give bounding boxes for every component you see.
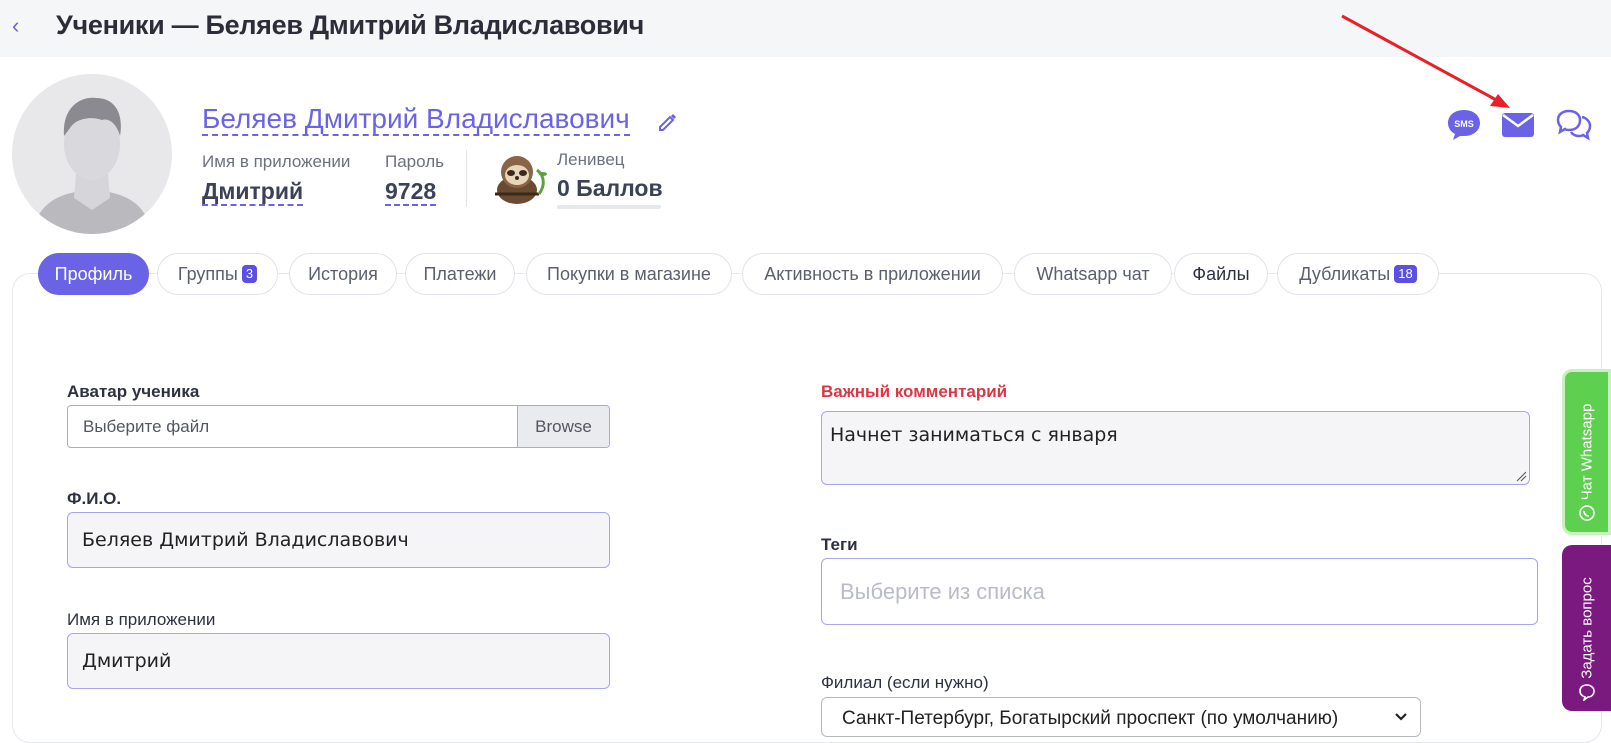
svg-text:SMS: SMS <box>1454 119 1474 129</box>
tab-whatsapp-chat[interactable]: Whatsapp чат <box>1014 253 1172 295</box>
points-progress-bar <box>557 205 661 209</box>
tab-profile[interactable]: Профиль <box>38 253 149 295</box>
avatar-file-input[interactable]: Выберите файл Browse <box>67 405 610 448</box>
resize-handle-icon[interactable] <box>1515 470 1527 482</box>
chat-bubbles-icon[interactable] <box>1556 106 1592 142</box>
groups-count-badge: 3 <box>241 265 258 283</box>
chevron-down-icon <box>1395 713 1407 721</box>
tab-shop-purchases[interactable]: Покупки в магазине <box>526 253 732 295</box>
duplicates-count-badge: 18 <box>1394 265 1417 283</box>
file-placeholder: Выберите файл <box>83 417 210 436</box>
ask-question-side-button[interactable]: Задать вопрос <box>1562 545 1611 711</box>
app-name-value[interactable]: Дмитрий <box>202 178 304 206</box>
branch-value: Санкт-Петербург, Богатырский проспект (п… <box>842 708 1339 729</box>
tags-placeholder: Выберите из списка <box>840 578 1045 604</box>
tags-select[interactable]: Выберите из списка <box>821 558 1538 625</box>
branch-select[interactable]: Санкт-Петербург, Богатырский проспект (п… <box>821 697 1421 737</box>
tab-history[interactable]: История <box>289 253 397 295</box>
password-label: Пароль <box>385 152 444 171</box>
level-label: Ленивец <box>557 150 625 169</box>
avatar <box>12 74 172 234</box>
fio-label: Ф.И.О. <box>67 489 122 508</box>
tab-app-activity[interactable]: Активность в приложении <box>742 253 1003 295</box>
chevron-left-icon[interactable]: ‹ <box>12 13 30 39</box>
page-title: Ученики — Беляев Дмитрий Владиславович <box>56 10 644 40</box>
tab-files[interactable]: Файлы <box>1174 253 1268 295</box>
tab-duplicates[interactable]: Дубликаты 18 <box>1277 253 1439 295</box>
important-comment-label: Важный комментарий <box>821 382 1008 401</box>
tab-payments[interactable]: Платежи <box>405 253 515 295</box>
tags-label: Теги <box>821 535 858 554</box>
pencil-icon[interactable] <box>657 112 677 132</box>
whatsapp-icon <box>1579 505 1595 521</box>
ask-question-side-label: Задать вопрос <box>1578 577 1595 679</box>
sloth-level-icon <box>495 156 547 204</box>
divider <box>466 150 467 207</box>
student-name-link[interactable]: Беляев Дмитрий Владиславович <box>202 104 630 136</box>
person-silhouette-icon <box>12 74 172 234</box>
app-name-field-label: Имя в приложении <box>67 610 216 629</box>
whatsapp-side-label: Чат Whatsapp <box>1578 403 1595 501</box>
app-name-label: Имя в приложении <box>202 152 351 171</box>
annotation-arrow <box>1341 14 1510 108</box>
branch-label: Филиал (если нужно) <box>821 673 989 692</box>
important-comment-textarea[interactable]: Начнет заниматься с января <box>821 411 1530 485</box>
comment-text: Начнет заниматься с января <box>830 424 1118 446</box>
question-chat-icon <box>1579 684 1595 701</box>
points-value: 0 Баллов <box>557 175 663 201</box>
whatsapp-chat-side-button[interactable]: Чат Whatsapp <box>1562 369 1611 535</box>
password-value[interactable]: 9728 <box>385 178 437 206</box>
browse-button[interactable]: Browse <box>517 406 609 447</box>
fio-input[interactable]: Беляев Дмитрий Владиславович <box>67 512 610 568</box>
tab-groups[interactable]: Группы 3 <box>157 253 278 295</box>
app-name-input[interactable]: Дмитрий <box>67 633 610 689</box>
avatar-field-label: Аватар ученика <box>67 382 200 401</box>
